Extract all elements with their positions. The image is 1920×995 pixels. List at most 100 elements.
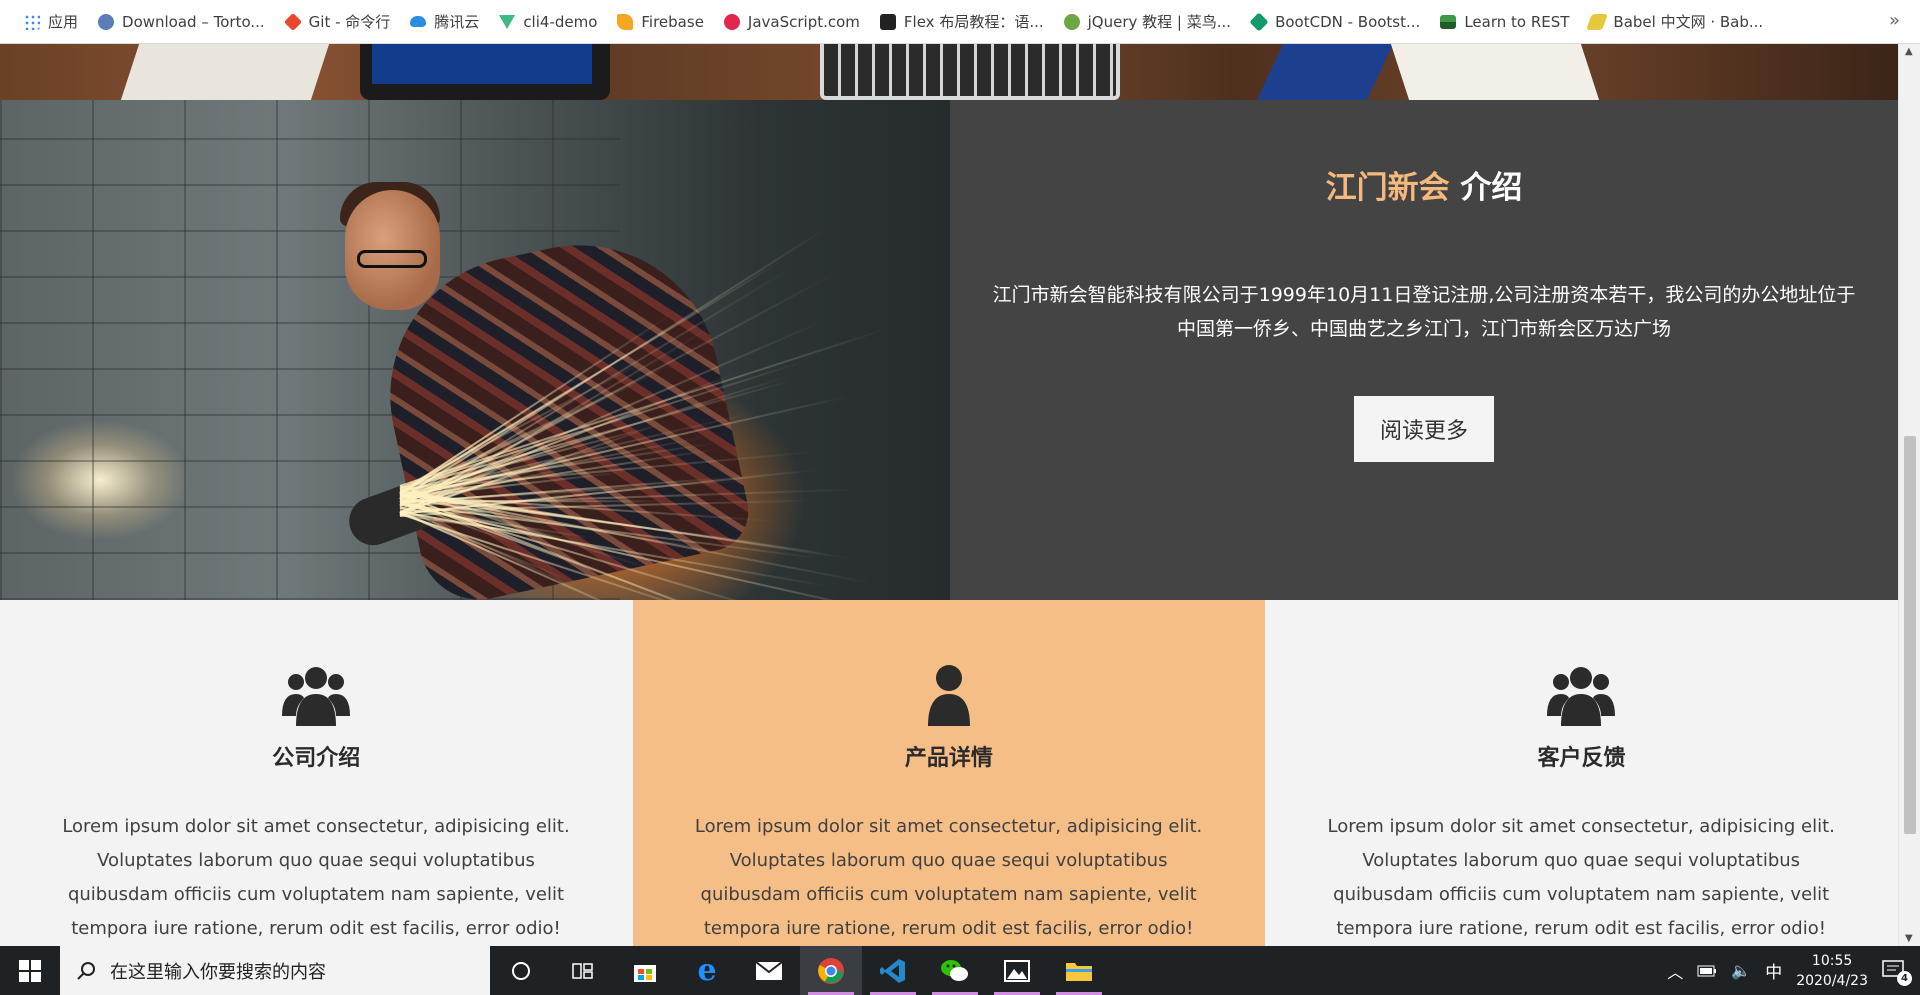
features-section: 公司介绍 Lorem ipsum dolor sit amet consecte… [0, 600, 1898, 946]
search-placeholder: 在这里输入你要搜索的内容 [110, 958, 326, 984]
photos-app-button[interactable] [986, 946, 1048, 995]
rest-icon [1440, 15, 1456, 29]
feature-title: 产品详情 [633, 740, 1266, 772]
mail-icon [755, 960, 783, 982]
page-viewport: 江门新会 介绍 江门市新会智能科技有限公司于1999年10月11日登记注册,公司… [0, 44, 1898, 946]
bookmark-label: Learn to REST [1464, 13, 1569, 31]
apps-grid-icon [24, 14, 40, 30]
tortoise-icon [98, 14, 114, 30]
about-section: 江门新会 介绍 江门市新会智能科技有限公司于1999年10月11日登记注册,公司… [0, 100, 1898, 600]
runoob-icon [1064, 14, 1080, 30]
feature-title: 公司介绍 [0, 740, 633, 772]
bookmark-label: Babel 中文网 · Bab... [1613, 11, 1763, 32]
clock[interactable]: 10:55 2020/4/23 [1796, 951, 1868, 991]
explorer-app-button[interactable] [1048, 946, 1110, 995]
bookmark-item[interactable]: cli4-demo [489, 7, 607, 37]
bookmark-item[interactable]: Flex 布局教程：语... [870, 7, 1054, 37]
feature-text: Lorem ipsum dolor sit amet consectetur, … [1325, 810, 1837, 946]
tablet-shape [360, 44, 610, 100]
wechat-app-button[interactable] [924, 946, 986, 995]
chrome-app-button[interactable] [800, 946, 862, 995]
mail-app-button[interactable] [738, 946, 800, 995]
bootcdn-icon [1249, 12, 1268, 31]
bookmark-label: Flex 布局教程：语... [904, 11, 1044, 32]
laptop-keyboard-shape [820, 44, 1120, 100]
store-icon [632, 958, 658, 984]
about-title: 江门新会 介绍 [950, 162, 1898, 207]
javascript-com-icon [724, 14, 740, 30]
vscode-icon [879, 957, 907, 985]
hero-image-bottom [0, 44, 1898, 100]
windows-logo-icon [19, 960, 41, 982]
users-icon [0, 664, 633, 726]
bookmark-item[interactable]: BootCDN - Bootst... [1241, 7, 1430, 37]
bookmark-label: 腾讯云 [434, 11, 479, 32]
windows-taskbar: 在这里输入你要搜索的内容 e ︿ 🔈 中 10:55 2020/4/23 4 [0, 946, 1920, 995]
taskbar-search-input[interactable]: 在这里输入你要搜索的内容 [60, 946, 490, 995]
scroll-down-icon[interactable]: ▼ [1905, 933, 1913, 944]
tray-expand-icon[interactable]: ︿ [1667, 959, 1683, 983]
vscode-app-button[interactable] [862, 946, 924, 995]
bookmark-item[interactable]: jQuery 教程 | 菜鸟... [1054, 7, 1241, 37]
welder-photo [0, 100, 950, 600]
bookmark-label: cli4-demo [523, 13, 597, 31]
feature-card-product: 产品详情 Lorem ipsum dolor sit amet consecte… [633, 600, 1266, 946]
scrollbar-thumb[interactable] [1904, 436, 1916, 834]
search-icon [76, 961, 96, 981]
edge-app-button[interactable]: e [676, 946, 738, 995]
battery-icon[interactable] [1697, 964, 1717, 978]
bookmark-apps[interactable]: 应用 [14, 7, 88, 37]
feature-card-company: 公司介绍 Lorem ipsum dolor sit amet consecte… [0, 600, 633, 946]
bookmark-item[interactable]: JavaScript.com [714, 7, 870, 37]
bookmark-item[interactable]: 腾讯云 [400, 7, 489, 37]
photos-icon [1004, 959, 1030, 983]
notebook-shape [1391, 44, 1599, 100]
page-scrollbar[interactable]: ▲ ▼ [1898, 44, 1920, 946]
git-icon [284, 12, 302, 30]
vue-icon [499, 15, 515, 29]
bookmark-item[interactable]: Learn to REST [1430, 7, 1579, 37]
volume-icon[interactable]: 🔈 [1731, 961, 1751, 980]
bookmarks-bar: 应用 Download – Torto... Git - 命令行 腾讯云 cli… [0, 0, 1920, 44]
babel-icon [1587, 14, 1609, 30]
wechat-icon [940, 958, 970, 984]
users-icon [1265, 664, 1898, 726]
bookmark-item[interactable]: Download – Torto... [88, 7, 275, 37]
chrome-icon [817, 957, 845, 985]
user-icon [633, 664, 1266, 726]
feature-card-feedback: 客户反馈 Lorem ipsum dolor sit amet consecte… [1265, 600, 1898, 946]
bookmark-label: Firebase [641, 13, 704, 31]
bookmark-label: JavaScript.com [748, 13, 860, 31]
bookmark-item[interactable]: Git - 命令行 [275, 7, 401, 37]
cortana-button[interactable] [490, 946, 552, 995]
bookmark-label: 应用 [48, 11, 78, 32]
scroll-up-icon[interactable]: ▲ [1905, 46, 1913, 57]
firebase-icon [617, 14, 633, 30]
about-text-panel: 江门新会 介绍 江门市新会智能科技有限公司于1999年10月11日登记注册,公司… [950, 100, 1898, 600]
paper-shape [121, 44, 329, 100]
store-app-button[interactable] [614, 946, 676, 995]
edge-icon: e [697, 953, 716, 988]
feature-text: Lorem ipsum dolor sit amet consectetur, … [60, 810, 572, 946]
bookmarks-overflow-button[interactable]: » [1889, 10, 1900, 31]
about-title-accent: 江门新会 [1326, 170, 1450, 206]
clock-date: 2020/4/23 [1796, 971, 1868, 991]
ime-indicator[interactable]: 中 [1765, 958, 1782, 983]
bookmark-label: Download – Torto... [122, 13, 265, 31]
read-more-button[interactable]: 阅读更多 [1354, 396, 1494, 462]
cortana-circle-icon [511, 961, 531, 981]
action-center-button[interactable]: 4 [1882, 960, 1906, 982]
about-title-rest: 介绍 [1450, 170, 1523, 206]
bookmark-item[interactable]: Firebase [607, 7, 714, 37]
notification-count-badge: 4 [1897, 971, 1912, 986]
cloud-icon [410, 16, 426, 27]
start-button[interactable] [0, 946, 60, 995]
task-view-button[interactable] [552, 946, 614, 995]
bookmark-item[interactable]: Babel 中文网 · Bab... [1579, 7, 1773, 37]
bookmark-label: BootCDN - Bootst... [1275, 13, 1420, 31]
glasses [357, 250, 427, 268]
task-view-icon [572, 961, 594, 981]
bookmark-label: jQuery 教程 | 菜鸟... [1088, 11, 1231, 32]
folder-icon [1065, 959, 1093, 983]
feature-title: 客户反馈 [1265, 740, 1898, 772]
